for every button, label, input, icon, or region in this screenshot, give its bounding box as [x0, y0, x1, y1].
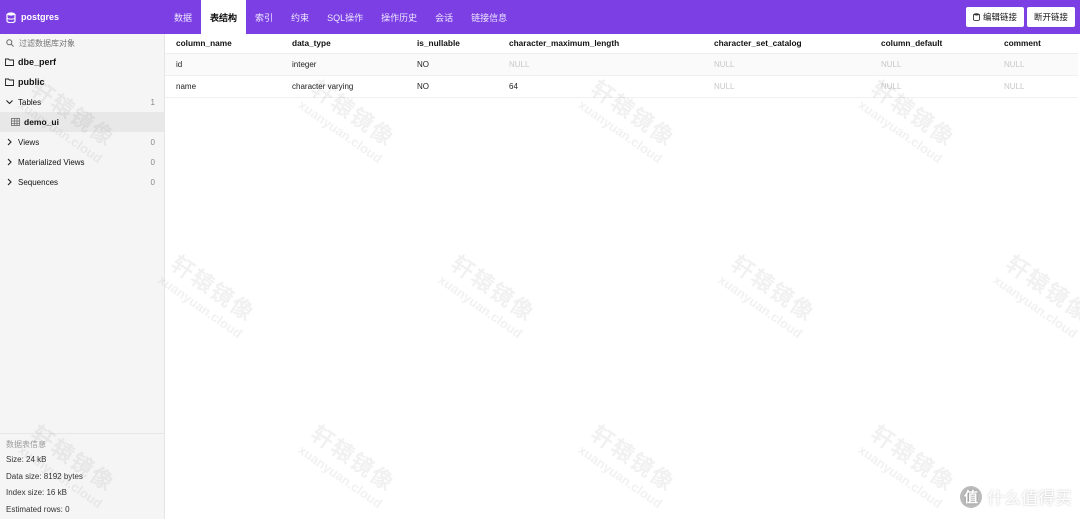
search-icon [6, 39, 14, 47]
table-cell: NO [406, 53, 498, 76]
column-header[interactable]: column_name [165, 34, 281, 54]
top-bar: postgres 数据 表结构 索引 约束 SQL操作 操作历史 会话 链接信息… [0, 0, 1080, 34]
site-logo-icon: 值 [960, 485, 982, 508]
disconnect-label: 断开链接 [1033, 12, 1068, 22]
chevron-right-icon [7, 138, 12, 146]
table-data-size: Data size: 8192 bytes [6, 471, 83, 481]
disconnect-button[interactable]: 断开链接 [1026, 7, 1075, 27]
chevron-right-icon [7, 158, 12, 166]
tab-indexes[interactable]: 索引 [246, 0, 282, 34]
table-cell: NULL [870, 53, 993, 76]
edit-connection-button[interactable]: 编辑链接 [965, 7, 1024, 27]
tree-group-views[interactable]: Views 0 [0, 132, 165, 152]
tree-group-sequences[interactable]: Sequences 0 [0, 172, 165, 192]
tab-history[interactable]: 操作历史 [372, 0, 426, 34]
database-icon [6, 11, 16, 23]
tab-bar: 数据 表结构 索引 约束 SQL操作 操作历史 会话 链接信息 [165, 0, 516, 34]
table-cell: NULL [993, 53, 1078, 76]
tree-group-tables[interactable]: Tables 1 [0, 92, 165, 112]
table-cell: character varying [281, 75, 406, 98]
schema-label: public [18, 77, 45, 87]
column-header[interactable]: character_set_catalog [703, 34, 870, 54]
chevron-down-icon [6, 100, 13, 105]
table-size: Size: 24 kB [6, 455, 47, 464]
corner-badge: 值 什么值得买 [960, 484, 1072, 509]
tree-group-label: Views [18, 137, 40, 147]
table-cell: NULL [703, 75, 870, 98]
table-estimated-rows: Estimated rows: 0 [6, 504, 70, 514]
table-cell: NULL [498, 53, 703, 76]
tab-sql[interactable]: SQL操作 [318, 0, 372, 34]
column-header[interactable]: data_type [281, 34, 406, 54]
database-icon [973, 13, 980, 21]
table-cell: NULL [703, 53, 870, 76]
connection-title: postgres [21, 12, 60, 22]
tab-sessions[interactable]: 会话 [426, 0, 462, 34]
structure-panel: column_name data_type is_nullable charac… [165, 34, 1080, 519]
tree-group-label: Sequences [18, 177, 59, 187]
tab-data[interactable]: 数据 [165, 0, 201, 34]
tree-group-label: Tables [18, 97, 42, 107]
tree-group-count: 1 [150, 97, 155, 107]
tree-group-count: 0 [150, 137, 155, 147]
schema-item-dbe-perf[interactable]: dbe_perf [0, 52, 165, 72]
sidebar: 过滤数据库对象 dbe_perf public Tables 1 demo_ui [0, 34, 165, 519]
table-cell: integer [281, 53, 406, 76]
tab-connection-info[interactable]: 链接信息 [462, 0, 516, 34]
table-cell: id [165, 53, 281, 76]
object-filter[interactable]: 过滤数据库对象 [0, 34, 164, 52]
tab-constraints[interactable]: 约束 [282, 0, 318, 34]
table-cell: NULL [870, 75, 993, 98]
table-cell: 64 [498, 75, 703, 98]
column-header[interactable]: character_maximum_length [498, 34, 703, 54]
folder-open-icon [5, 58, 14, 66]
edit-connection-label: 编辑链接 [982, 12, 1017, 22]
column-header[interactable]: comment [993, 34, 1078, 54]
column-header[interactable]: is_nullable [406, 34, 498, 54]
table-row[interactable]: id integer NO NULL NULL NULL NULL [165, 53, 1078, 76]
object-filter-placeholder: 过滤数据库对象 [19, 38, 75, 48]
table-header-row: column_name data_type is_nullable charac… [165, 34, 1078, 54]
corner-badge-text: 什么值得买 [987, 489, 1072, 509]
connection-brand[interactable]: postgres [0, 0, 165, 34]
structure-table: column_name data_type is_nullable charac… [165, 34, 1078, 98]
tree-group-count: 0 [150, 157, 155, 167]
table-item-label: demo_ui [24, 117, 59, 127]
table-info-title: 数据表信息 [6, 440, 46, 449]
table-icon [11, 118, 20, 126]
table-row[interactable]: name character varying NO 64 NULL NULL N… [165, 75, 1078, 98]
table-index-size: Index size: 16 kB [6, 488, 67, 497]
table-cell: NO [406, 75, 498, 98]
tree-group-label: Materialized Views [18, 157, 85, 167]
table-item-demo-ui[interactable]: demo_ui [0, 112, 165, 132]
folder-open-icon [5, 78, 14, 86]
tree-group-count: 0 [150, 177, 155, 187]
schema-label: dbe_perf [18, 57, 57, 67]
column-header[interactable]: column_default [870, 34, 993, 54]
tree-group-materialized-views[interactable]: Materialized Views 0 [0, 152, 165, 172]
chevron-right-icon [7, 178, 12, 186]
table-info-panel: 数据表信息 Size: 24 kB Data size: 8192 bytes … [0, 433, 165, 518]
top-actions: 编辑链接 断开链接 [965, 0, 1080, 34]
schema-item-public[interactable]: public [0, 72, 165, 92]
tab-structure[interactable]: 表结构 [201, 0, 247, 34]
table-cell: NULL [993, 75, 1078, 98]
table-cell: name [165, 75, 281, 98]
